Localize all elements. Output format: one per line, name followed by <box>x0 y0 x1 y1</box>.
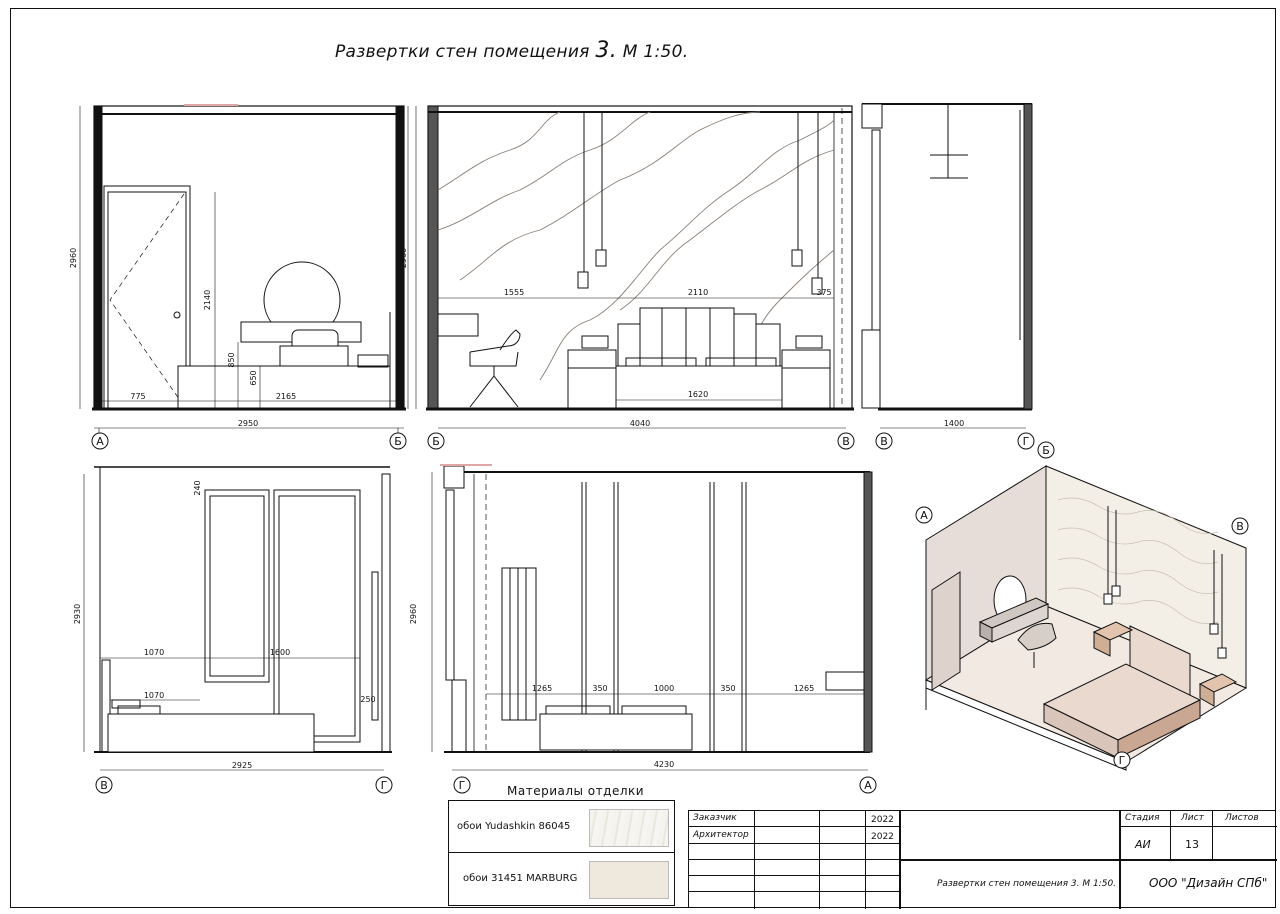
company-name: ООО "Дизайн СПб" <box>1149 876 1268 890</box>
svg-text:4040: 4040 <box>630 419 650 428</box>
svg-text:1070: 1070 <box>144 648 164 657</box>
svg-text:1600: 1600 <box>270 648 290 657</box>
svg-text:Г: Г <box>1023 435 1030 448</box>
svg-text:775: 775 <box>130 392 145 401</box>
svg-text:2960: 2960 <box>409 604 418 624</box>
stage-header: Стадия <box>1125 813 1160 823</box>
material-label: обои Yudashkin 86045 <box>457 821 571 832</box>
svg-text:Б: Б <box>1042 444 1050 457</box>
svg-text:240: 240 <box>193 480 202 495</box>
svg-text:1070: 1070 <box>144 691 164 700</box>
isometric-view <box>924 465 1248 771</box>
stage-value: АИ <box>1135 838 1151 851</box>
svg-text:1000: 1000 <box>654 684 674 693</box>
svg-text:В: В <box>1236 520 1244 533</box>
svg-text:2925: 2925 <box>232 761 252 770</box>
material-row: обои 31451 MARBURG <box>449 853 674 905</box>
svg-text:1400: 1400 <box>944 419 964 428</box>
svg-text:250: 250 <box>360 695 375 704</box>
svg-text:2960: 2960 <box>69 248 78 268</box>
material-swatch <box>589 861 669 899</box>
svg-text:850: 850 <box>227 352 236 367</box>
elevation-b-v <box>415 105 854 429</box>
material-swatch <box>589 809 669 847</box>
svg-text:А: А <box>96 435 104 448</box>
svg-text:650: 650 <box>249 370 258 385</box>
elevation-g-a <box>431 464 873 771</box>
material-row: обои Yudashkin 86045 <box>449 801 674 853</box>
materials-title: Материалы отделки <box>507 784 645 798</box>
svg-text:2930: 2930 <box>73 604 82 624</box>
elevations-drawing: А Б Б В В Г В Г Г А А Б В Г 2960 2960 21… <box>69 103 1249 794</box>
elevation-a-b <box>79 104 409 440</box>
door <box>107 191 187 409</box>
svg-text:1620: 1620 <box>688 390 708 399</box>
customer-label: Заказчик <box>693 813 737 823</box>
svg-text:2165: 2165 <box>276 392 296 401</box>
svg-text:2140: 2140 <box>203 290 212 310</box>
svg-text:2110: 2110 <box>688 288 708 297</box>
sheet-title: Развертки стен помещения 3. М 1:50. <box>937 879 1117 889</box>
svg-text:А: А <box>864 779 872 792</box>
svg-text:Г: Г <box>1119 754 1126 767</box>
svg-text:2960: 2960 <box>399 248 408 268</box>
svg-text:1265: 1265 <box>794 684 814 693</box>
svg-text:4230: 4230 <box>654 760 674 769</box>
svg-text:350: 350 <box>720 684 735 693</box>
title-block: Заказчик Архитектор 2022 2022 Стадия Лис… <box>688 810 1277 909</box>
material-label: обои 31451 MARBURG <box>463 873 578 884</box>
svg-text:Г: Г <box>459 779 466 792</box>
elevation-v-g <box>861 103 1033 429</box>
svg-text:Б: Б <box>432 435 440 448</box>
sheets-header: Листов <box>1225 813 1259 823</box>
svg-text:А: А <box>920 509 928 522</box>
svg-text:В: В <box>842 435 850 448</box>
sheet-header: Лист <box>1181 813 1204 823</box>
sheet-number: 13 <box>1185 838 1199 851</box>
svg-text:Г: Г <box>381 779 388 792</box>
year-2: 2022 <box>871 832 894 842</box>
svg-text:375: 375 <box>816 288 831 297</box>
materials-table: обои Yudashkin 86045 обои 31451 MARBURG <box>448 800 675 906</box>
svg-text:350: 350 <box>592 684 607 693</box>
svg-text:В: В <box>100 779 108 792</box>
svg-text:Б: Б <box>394 435 402 448</box>
svg-text:1265: 1265 <box>532 684 552 693</box>
svg-text:1555: 1555 <box>504 288 524 297</box>
architect-label: Архитектор <box>693 830 749 840</box>
svg-text:2950: 2950 <box>238 419 258 428</box>
year-1: 2022 <box>871 815 894 825</box>
elevation-v-g-lower <box>83 466 392 771</box>
svg-text:В: В <box>880 435 888 448</box>
